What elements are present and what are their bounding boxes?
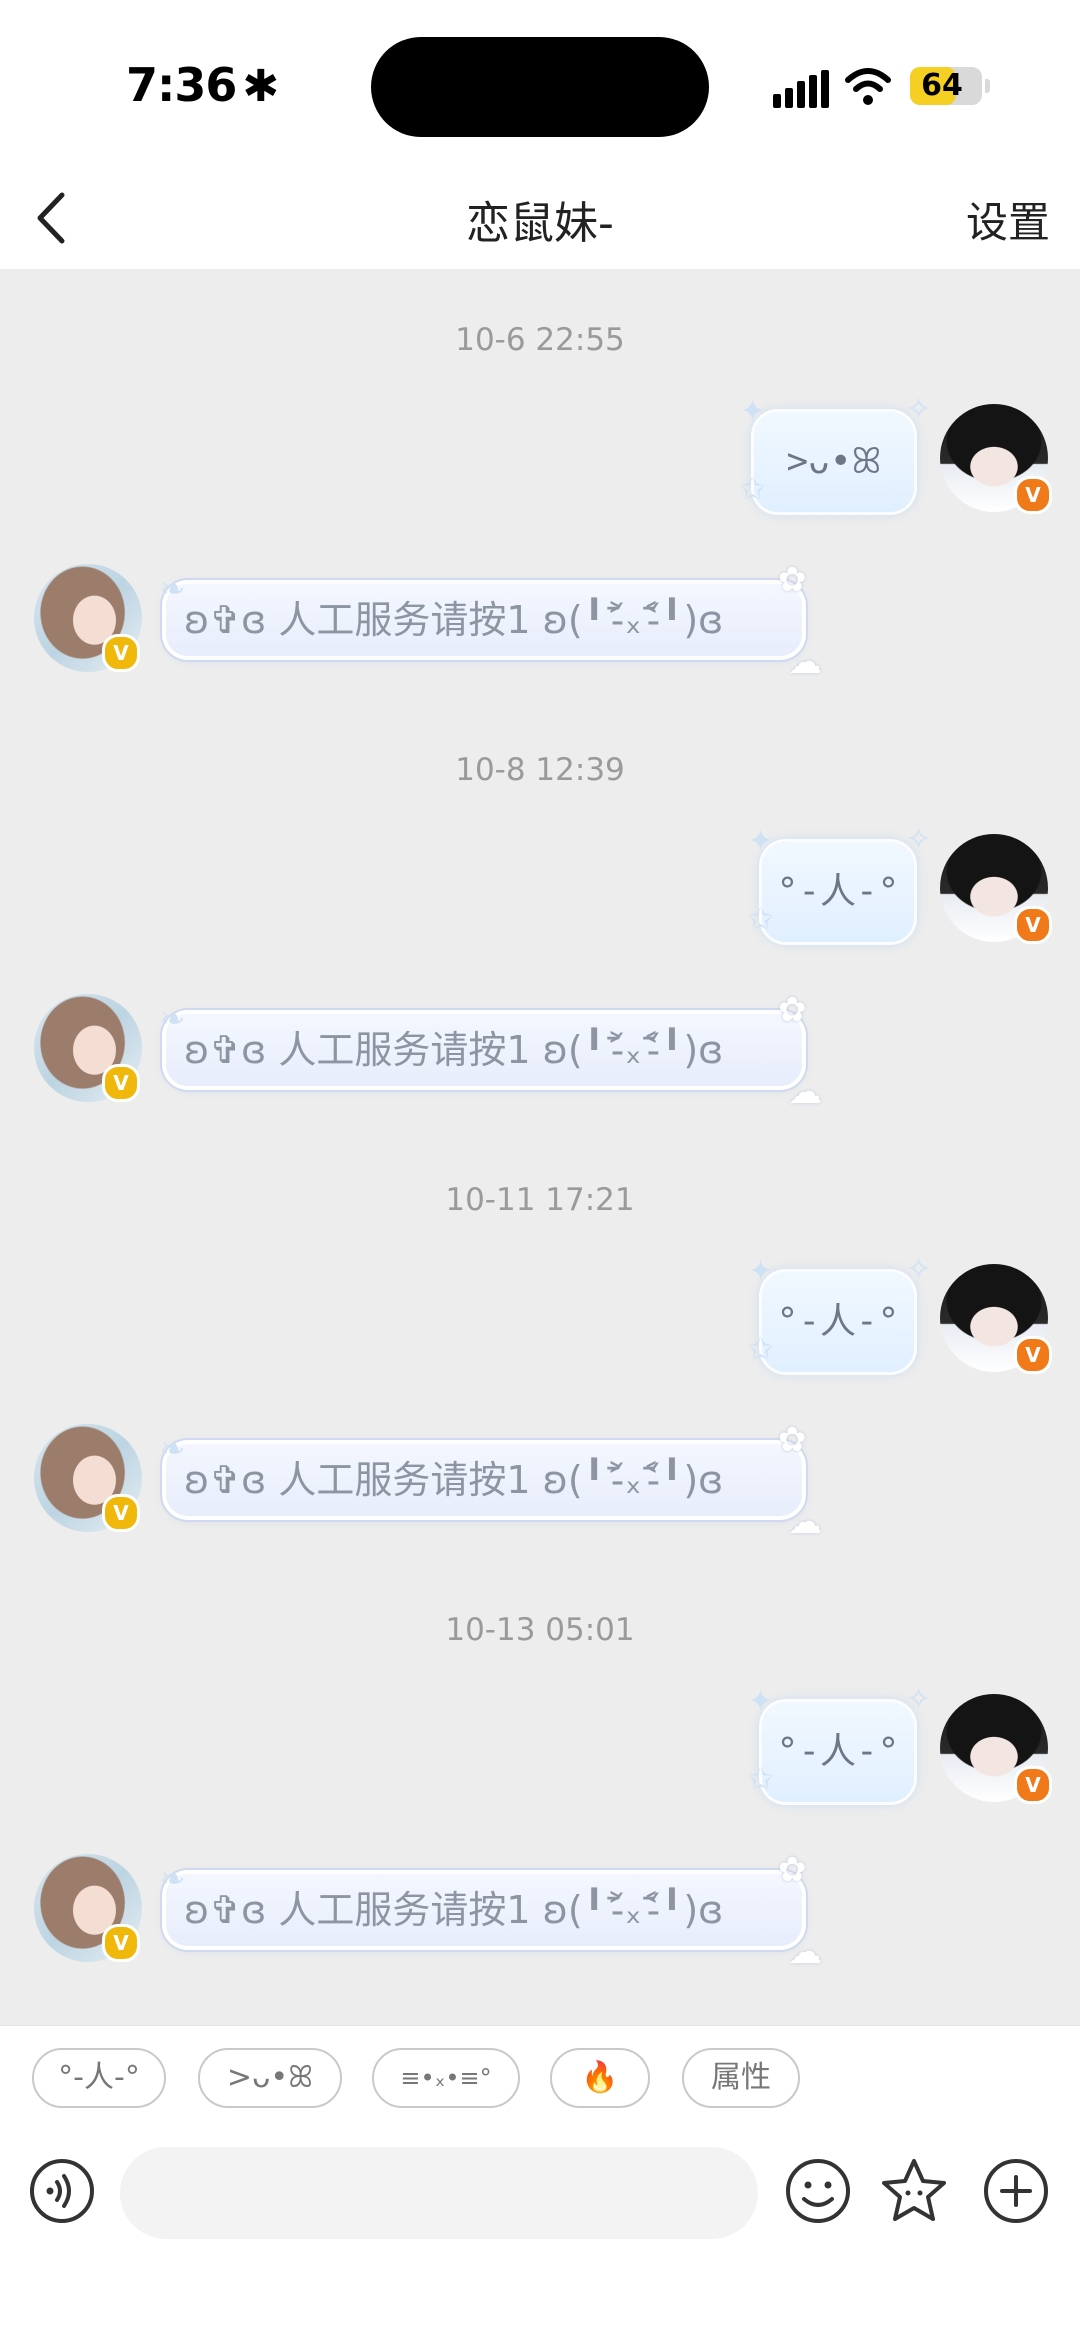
bubble-sparkle-icon: ✦ <box>748 1684 774 1719</box>
quick-reply-bar: °-人-° >ᴗ•ꕤ ≡•ₓ•≡° 🔥 属性 <box>0 2025 1080 2138</box>
bubble-flower-icon: ✿ <box>778 990 807 1030</box>
verified-badge-icon: V <box>1014 476 1052 514</box>
status-bar: 7:36 ✱ 64 <box>0 0 1080 165</box>
bubble-flower-icon: ✿ <box>778 560 807 600</box>
wifi-icon <box>845 68 891 105</box>
verified-badge-icon: V <box>102 1064 140 1102</box>
bubble-sparkle-icon: ✧ <box>906 1682 932 1717</box>
bubble-sparkle-icon: ✦ <box>748 1254 774 1289</box>
bubble-sparkle-icon: ✩ <box>740 472 766 507</box>
cellular-signal-icon <box>773 70 829 108</box>
sender-avatar[interactable]: V <box>940 834 1052 944</box>
battery-indicator: 64 <box>910 67 990 105</box>
message-timestamp: 10-11 17:21 <box>445 1182 635 1218</box>
status-time-text: 7:36 <box>126 58 237 112</box>
bubble-sparkle-icon: ✦ <box>740 394 766 429</box>
verified-badge-icon: V <box>102 634 140 672</box>
contact-avatar[interactable]: V <box>34 1854 142 1962</box>
bubble-sparkle-icon: ✩ <box>748 1762 774 1797</box>
bubble-sparkle-icon: ✧ <box>906 392 932 427</box>
chat-title: 恋鼠妹- <box>466 198 614 249</box>
dynamic-island <box>371 37 709 137</box>
contact-avatar[interactable]: V <box>34 994 142 1102</box>
verified-badge-icon: V <box>1014 1766 1052 1804</box>
received-message-bubble[interactable]: ʚ✞ɞ 人工服务请按1 ʚ(╹˃̵᷄ₓ˂̵᷄╹)ɞ <box>166 1874 802 1946</box>
add-icon[interactable] <box>980 2155 1052 2227</box>
verified-badge-icon: V <box>102 1494 140 1532</box>
sent-message-bubble[interactable]: °-人-° <box>762 1702 914 1802</box>
sticker-star-icon[interactable] <box>878 2155 950 2227</box>
quick-reply-chip[interactable]: °-人-° <box>32 2048 166 2108</box>
bubble-cloud-icon: ☁ <box>788 1932 822 1972</box>
sent-message-bubble[interactable]: °-人-° <box>762 842 914 942</box>
input-bar <box>0 2137 1080 2349</box>
bubble-cloud-icon: ☁ <box>788 642 822 682</box>
bubble-sparkle-icon: ✦ <box>748 824 774 859</box>
quick-reply-chip[interactable]: >ᴗ•ꕤ <box>198 2048 342 2108</box>
bubble-drop-icon: ❧ <box>160 1862 186 1897</box>
verified-badge-icon: V <box>1014 906 1052 944</box>
sender-avatar[interactable]: V <box>940 1264 1052 1374</box>
nav-bar: 恋鼠妹- 设置 <box>0 165 1080 269</box>
bubble-drop-icon: ❧ <box>160 572 186 607</box>
verified-badge-icon: V <box>1014 1336 1052 1374</box>
quick-reply-fire-chip[interactable]: 🔥 <box>550 2048 650 2108</box>
quick-reply-chip[interactable]: ≡•ₓ•≡° <box>372 2048 520 2108</box>
battery-percent: 64 <box>921 68 963 103</box>
received-message-bubble[interactable]: ʚ✞ɞ 人工服务请按1 ʚ(╹˃̵᷄ₓ˂̵᷄╹)ɞ <box>166 584 802 656</box>
bubble-drop-icon: ❧ <box>160 1432 186 1467</box>
message-timestamp: 10-6 22:55 <box>455 322 625 358</box>
bubble-cloud-icon: ☁ <box>788 1072 822 1112</box>
bubble-flower-icon: ✿ <box>778 1850 807 1890</box>
contact-avatar[interactable]: V <box>34 1424 142 1532</box>
bubble-cloud-icon: ☁ <box>788 1502 822 1542</box>
sent-message-bubble[interactable]: >ᴗ•ꕤ <box>754 412 914 512</box>
bubble-sparkle-icon: ✧ <box>906 1252 932 1287</box>
sender-avatar[interactable]: V <box>940 1694 1052 1804</box>
bubble-flower-icon: ✿ <box>778 1420 807 1460</box>
bubble-sparkle-icon: ✩ <box>748 1332 774 1367</box>
message-input[interactable] <box>120 2147 758 2239</box>
battery-nub <box>985 79 990 93</box>
status-star-icon: ✱ <box>242 61 279 112</box>
voice-icon[interactable] <box>26 2155 98 2227</box>
settings-button[interactable]: 设置 <box>966 189 1050 250</box>
bubble-sparkle-icon: ✧ <box>906 822 932 857</box>
sender-avatar[interactable]: V <box>940 404 1052 514</box>
status-time: 7:36 ✱ <box>126 58 279 112</box>
bubble-drop-icon: ❧ <box>160 1002 186 1037</box>
received-message-bubble[interactable]: ʚ✞ɞ 人工服务请按1 ʚ(╹˃̵᷄ₓ˂̵᷄╹)ɞ <box>166 1014 802 1086</box>
verified-badge-icon: V <box>102 1924 140 1962</box>
received-message-bubble[interactable]: ʚ✞ɞ 人工服务请按1 ʚ(╹˃̵᷄ₓ˂̵᷄╹)ɞ <box>166 1444 802 1516</box>
message-timestamp: 10-13 05:01 <box>445 1612 635 1648</box>
message-timestamp: 10-8 12:39 <box>455 752 625 788</box>
quick-reply-chip[interactable]: 属性 <box>682 2048 800 2108</box>
sent-message-bubble[interactable]: °-人-° <box>762 1272 914 1372</box>
contact-avatar[interactable]: V <box>34 564 142 672</box>
bubble-sparkle-icon: ✩ <box>748 902 774 937</box>
emoji-icon[interactable] <box>782 2155 854 2227</box>
